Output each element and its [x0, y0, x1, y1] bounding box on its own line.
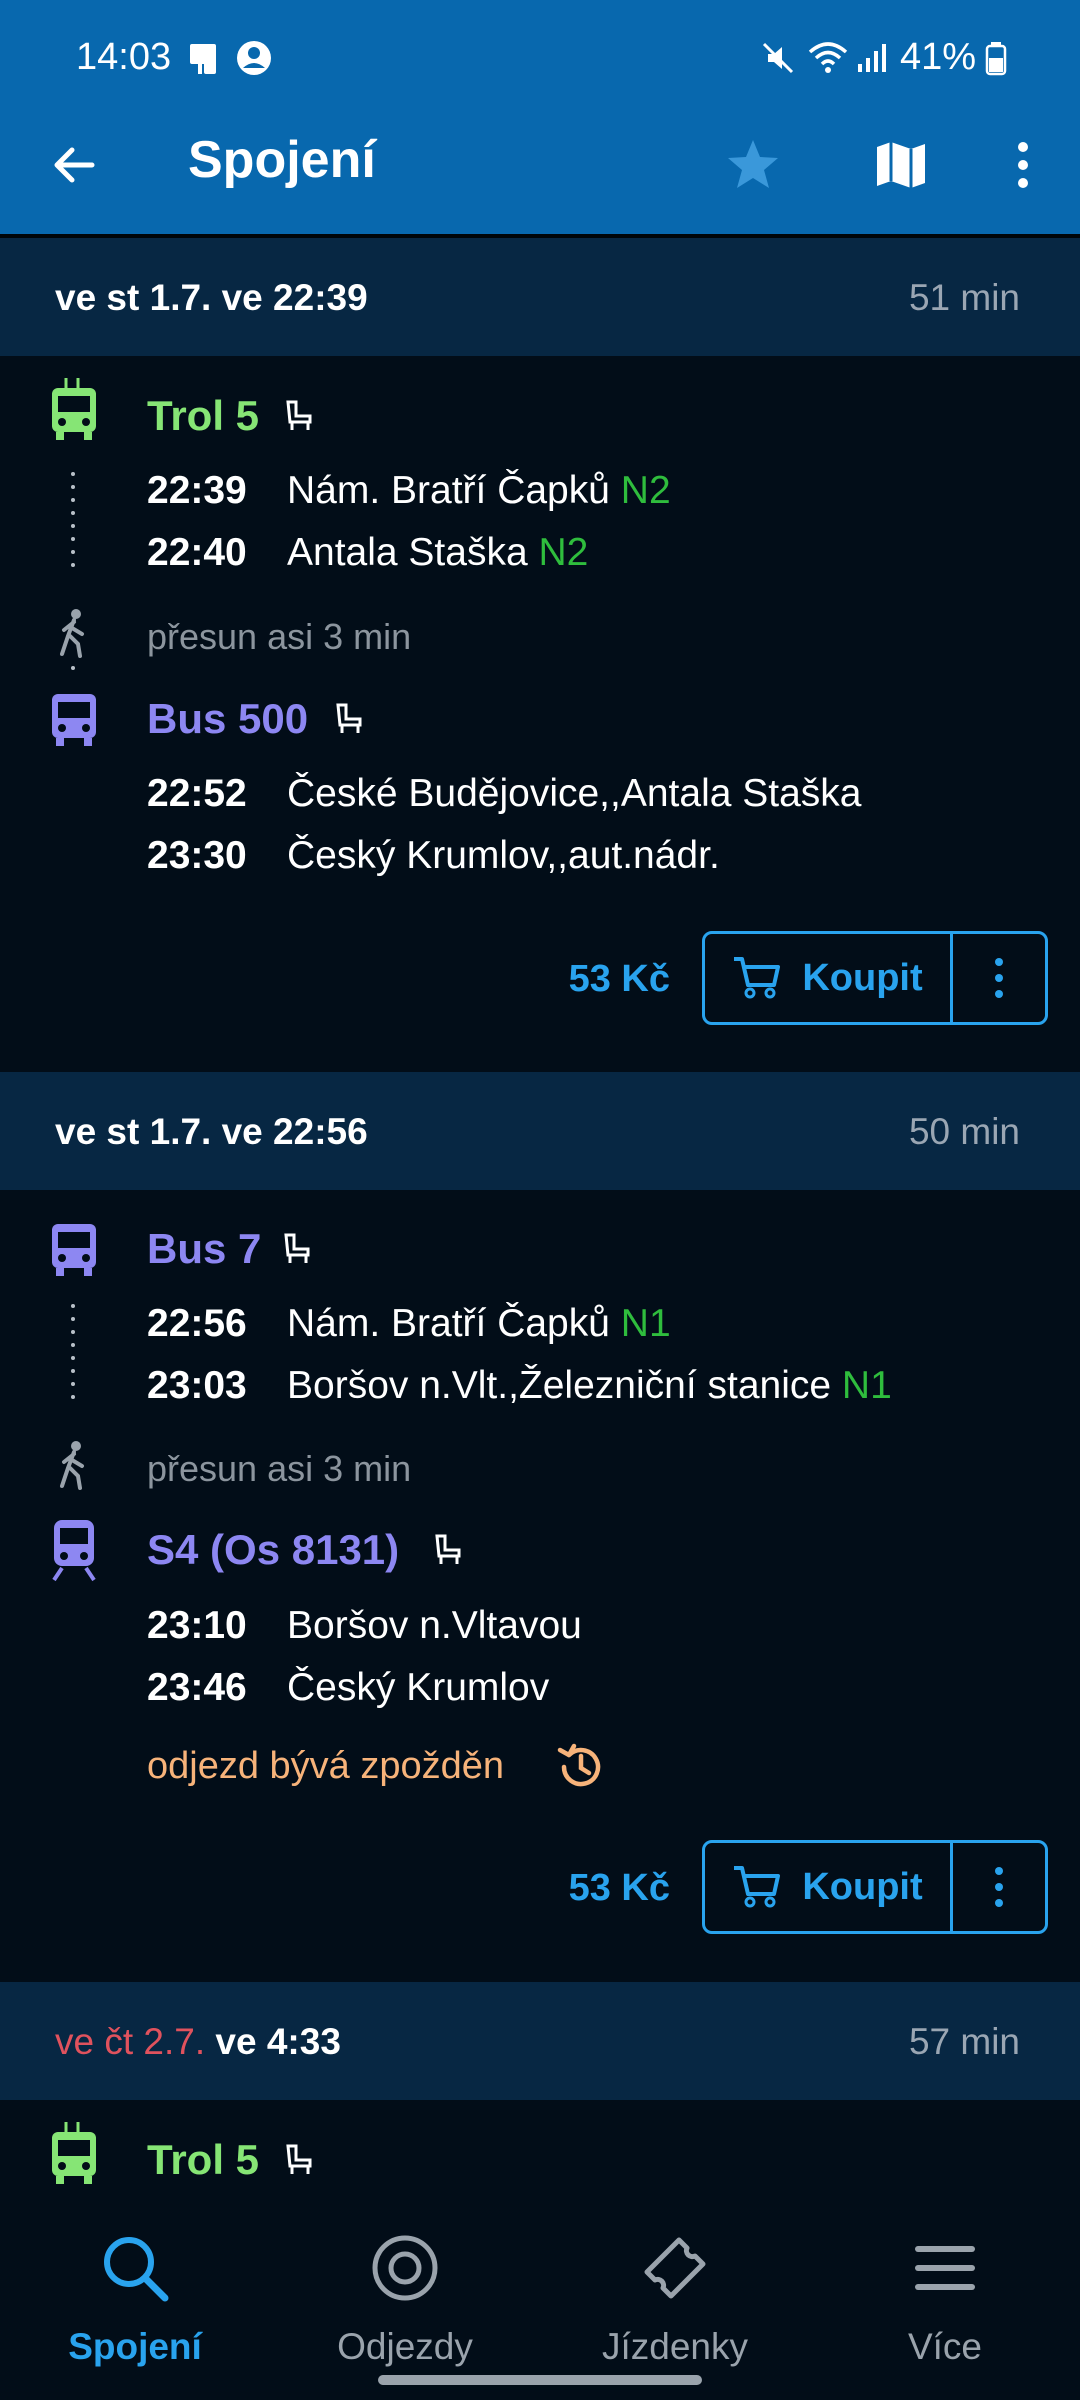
trolleybus-icon [52, 2122, 96, 2184]
seat-reservation-icon [336, 703, 362, 733]
connection-date: ve čt 2.7. ve 4:33 [55, 2021, 341, 2062]
target-icon [372, 2235, 438, 2301]
stop-row[interactable]: 22:52 České Budějovice,,Antala Staška [147, 772, 862, 816]
signal-icon [858, 44, 886, 72]
home-indicator[interactable] [378, 2375, 702, 2385]
stop-row[interactable]: 23:30 Český Krumlov,,aut.nádr. [147, 834, 720, 878]
more-options-button[interactable] [978, 120, 1068, 210]
buy-more-button[interactable] [953, 1843, 1045, 1931]
connection-date: ve st 1.7. ve 22:56 [55, 1111, 368, 1152]
back-button[interactable] [28, 120, 118, 210]
more-vert-icon [995, 958, 1003, 998]
cart-icon [734, 1866, 781, 1908]
connection-header[interactable]: ve st 1.7. ve 22:56 50 min [0, 1072, 1080, 1190]
nav-spojeni[interactable]: Spojení [0, 2200, 270, 2400]
train-icon [52, 1520, 96, 1582]
buy-button[interactable]: Koupit [705, 934, 953, 1022]
seat-reservation-icon [286, 2144, 312, 2174]
nav-vice[interactable]: Více [810, 2200, 1080, 2400]
buy-ticket-group: Koupit [702, 1840, 1048, 1934]
connection-duration: 57 min [908, 2021, 1020, 2062]
bottom-navigation: Spojení Odjezdy Jízdenky Více [0, 2200, 1080, 2400]
delay-warning: odjezd bývá zpožděn [147, 1745, 505, 1787]
route-dots [70, 1304, 76, 1408]
price: 53 Kč [568, 1867, 670, 1909]
mute-icon [762, 42, 794, 74]
buy-more-button[interactable] [953, 934, 1045, 1022]
battery-level: 41% [900, 36, 977, 78]
line-name[interactable]: Bus 7 [147, 1225, 261, 1273]
transfer-note: přesun asi 3 min [147, 616, 412, 657]
favorite-button[interactable] [708, 120, 798, 210]
route-dots [70, 472, 76, 576]
account-icon [237, 41, 271, 75]
wifi-icon [808, 42, 848, 73]
map-button[interactable] [856, 120, 946, 210]
connection-duration: 51 min [908, 277, 1020, 318]
nav-odjezdy[interactable]: Odjezdy [270, 2200, 540, 2400]
more-vert-icon [1018, 142, 1028, 188]
status-time: 14:03 [76, 36, 172, 78]
search-icon [104, 2237, 169, 2302]
battery-icon [985, 42, 1007, 76]
buy-button[interactable]: Koupit [705, 1843, 953, 1931]
cart-icon [734, 957, 781, 999]
bus-icon [52, 1224, 96, 1276]
stop-row[interactable]: 23:46 Český Krumlov [147, 1666, 549, 1710]
trolleybus-icon [52, 378, 96, 440]
arrow-back-icon [54, 147, 95, 183]
page-title: Spojení [188, 131, 376, 189]
line-name[interactable]: Trol 5 [147, 2136, 259, 2184]
walk-icon [60, 609, 84, 658]
more-vert-icon [995, 1867, 1003, 1907]
star-icon [728, 140, 778, 188]
nav-jizdenky[interactable]: Jízdenky [540, 2200, 810, 2400]
stop-row[interactable]: 22:56 Nám. Bratří Čapků N1 [147, 1302, 671, 1346]
price: 53 Kč [568, 958, 670, 1000]
transfer-note: přesun asi 3 min [147, 1448, 412, 1489]
stop-row[interactable]: 22:40 Antala Staška N2 [147, 531, 588, 575]
bus-icon [52, 694, 96, 746]
route-dots [70, 666, 76, 679]
ticket-icon [644, 2237, 706, 2299]
line-name[interactable]: Bus 500 [147, 695, 308, 743]
status-bar: 14:03 41% [0, 0, 1080, 118]
connection-date: ve st 1.7. ve 22:39 [55, 277, 368, 318]
connection-header[interactable]: ve čt 2.7. ve 4:33 57 min [0, 1982, 1080, 2100]
map-icon [877, 142, 925, 188]
seat-reservation-icon [284, 1233, 310, 1263]
walk-icon [60, 1441, 84, 1490]
app-header: 14:03 41% Spojení [0, 0, 1080, 234]
seat-reservation-icon [286, 400, 312, 430]
line-name[interactable]: S4 (Os 8131) [147, 1526, 399, 1574]
phone-notification-icon [190, 44, 216, 74]
connection-duration: 50 min [908, 1111, 1020, 1152]
stop-row[interactable]: 23:10 Boršov n.Vltavou [147, 1604, 582, 1648]
seat-reservation-icon [435, 1534, 461, 1564]
stop-row[interactable]: 22:39 Nám. Bratří Čapků N2 [147, 469, 671, 513]
stop-row[interactable]: 23:03 Boršov n.Vlt.,Železniční stanice N1 [147, 1364, 892, 1408]
history-icon[interactable] [554, 1740, 608, 1794]
buy-ticket-group: Koupit [702, 931, 1048, 1025]
line-name[interactable]: Trol 5 [147, 392, 259, 440]
connection-header[interactable]: ve st 1.7. ve 22:39 51 min [0, 238, 1080, 356]
menu-icon [915, 2246, 975, 2290]
